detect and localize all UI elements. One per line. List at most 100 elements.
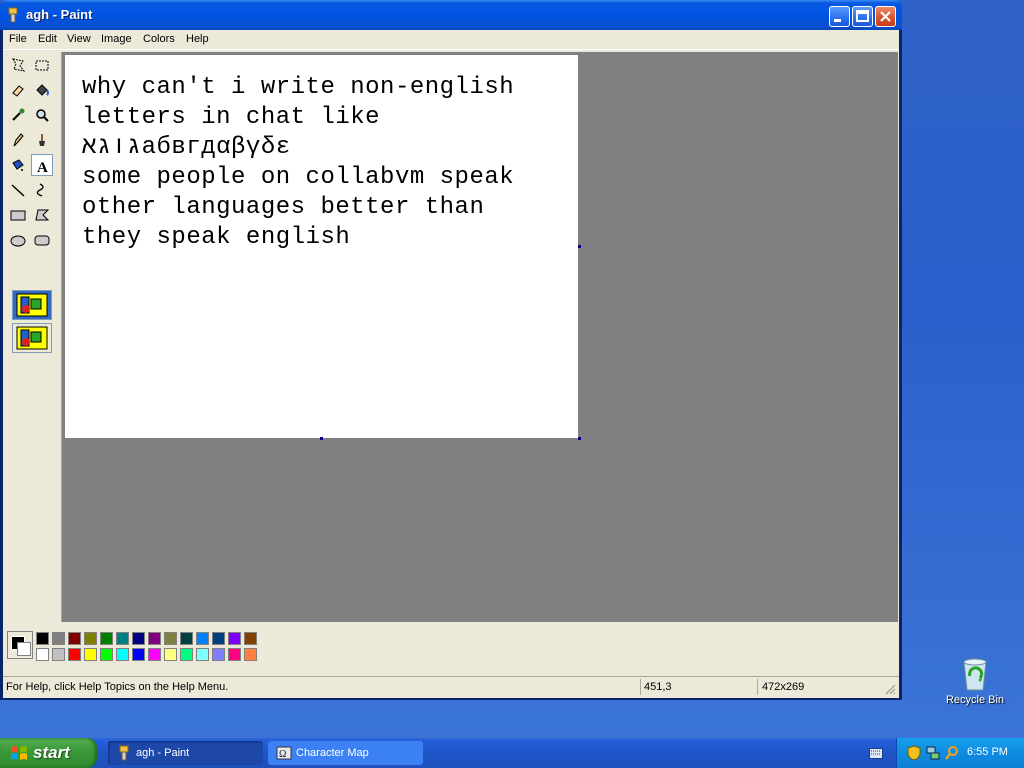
color-swatch[interactable] bbox=[36, 632, 49, 645]
tool-polygon[interactable] bbox=[31, 204, 53, 226]
tool-select[interactable] bbox=[31, 54, 53, 76]
taskbar: start agh - Paint Ω Character Map 6:55 P… bbox=[0, 738, 1024, 768]
tool-text[interactable]: A bbox=[31, 154, 53, 176]
color-swatch[interactable] bbox=[68, 648, 81, 661]
color-swatch[interactable] bbox=[52, 632, 65, 645]
close-button[interactable] bbox=[875, 6, 896, 27]
menu-help[interactable]: Help bbox=[186, 33, 209, 45]
recycle-bin-shortcut[interactable]: Recycle Bin bbox=[940, 656, 1010, 716]
color-swatch[interactable] bbox=[212, 632, 225, 645]
color-swatch[interactable] bbox=[68, 632, 81, 645]
color-swatch[interactable] bbox=[228, 632, 241, 645]
close-icon bbox=[880, 11, 891, 22]
color-swatch[interactable] bbox=[36, 648, 49, 661]
eraser-icon bbox=[12, 85, 24, 97]
color-swatch[interactable] bbox=[148, 648, 161, 661]
ellipse-icon bbox=[10, 235, 26, 247]
color-swatch[interactable] bbox=[180, 632, 193, 645]
color-swatch[interactable] bbox=[196, 648, 209, 661]
text-opaque-option[interactable] bbox=[12, 290, 52, 320]
taskbar-button-paint[interactable]: agh - Paint bbox=[108, 741, 263, 765]
color-swatch[interactable] bbox=[84, 632, 97, 645]
color-swatch[interactable] bbox=[180, 648, 193, 661]
system-tray: 6:55 PM bbox=[896, 738, 1024, 768]
transparent-background-icon bbox=[16, 326, 48, 350]
character-map-icon: Ω bbox=[276, 746, 292, 760]
color-swatch[interactable] bbox=[148, 632, 161, 645]
color-swatch[interactable] bbox=[164, 632, 177, 645]
recycle-bin-label: Recycle Bin bbox=[945, 694, 1005, 706]
color-swatches bbox=[36, 632, 266, 662]
svg-text:Ω: Ω bbox=[279, 749, 286, 760]
color-swatch[interactable] bbox=[164, 648, 177, 661]
tool-brush[interactable] bbox=[31, 129, 53, 151]
tool-fill[interactable] bbox=[31, 79, 53, 101]
taskbar-button-character-map[interactable]: Ω Character Map bbox=[268, 741, 423, 765]
color-swatch[interactable] bbox=[52, 648, 65, 661]
current-colors bbox=[7, 631, 33, 659]
fill-bucket-icon bbox=[36, 84, 49, 96]
menu-image[interactable]: Image bbox=[101, 33, 132, 45]
color-palette bbox=[3, 624, 899, 670]
menu-colors[interactable]: Colors bbox=[143, 33, 175, 45]
color-swatch[interactable] bbox=[228, 648, 241, 661]
search-icon[interactable] bbox=[944, 745, 960, 761]
security-shield-icon[interactable] bbox=[907, 745, 921, 761]
paint-app-icon bbox=[8, 7, 18, 23]
resize-handle-corner[interactable] bbox=[578, 437, 581, 440]
color-swatch[interactable] bbox=[84, 648, 97, 661]
toolbox: A bbox=[3, 52, 62, 622]
tool-magnifier[interactable] bbox=[31, 104, 53, 126]
tool-airbrush[interactable] bbox=[7, 154, 29, 176]
menu-file[interactable]: File bbox=[9, 33, 27, 45]
color-swatch[interactable] bbox=[100, 632, 113, 645]
resize-grip-icon[interactable] bbox=[884, 683, 896, 695]
airbrush-icon bbox=[12, 159, 24, 171]
tool-line[interactable] bbox=[7, 179, 29, 201]
color-swatch[interactable] bbox=[116, 648, 129, 661]
magnifier-icon bbox=[36, 109, 49, 122]
taskbar-label-character-map: Character Map bbox=[296, 747, 369, 759]
canvas-scroll-area: why can't i write non-english letters in… bbox=[62, 52, 898, 622]
opaque-background-icon bbox=[16, 293, 48, 317]
free-form-select-icon bbox=[11, 58, 26, 72]
rectangle-icon bbox=[10, 210, 26, 221]
color-swatch[interactable] bbox=[132, 632, 145, 645]
window-title: agh - Paint bbox=[26, 7, 93, 22]
menu-view[interactable]: View bbox=[67, 33, 91, 45]
resize-handle-bottom[interactable] bbox=[320, 437, 323, 440]
tool-eraser[interactable] bbox=[7, 79, 29, 101]
color-swatch[interactable] bbox=[196, 632, 209, 645]
status-cursor-position: 451,3 bbox=[644, 681, 672, 693]
text-transparent-option[interactable] bbox=[12, 323, 52, 353]
minimize-icon bbox=[834, 19, 841, 22]
select-icon bbox=[35, 60, 49, 71]
tool-rectangle[interactable] bbox=[7, 204, 29, 226]
tool-rounded-rectangle[interactable] bbox=[31, 229, 53, 251]
keyboard-language-icon[interactable] bbox=[869, 748, 883, 760]
maximize-button[interactable] bbox=[852, 6, 873, 27]
start-button[interactable]: start bbox=[0, 738, 97, 768]
taskbar-label-paint: agh - Paint bbox=[136, 747, 190, 759]
menu-edit[interactable]: Edit bbox=[38, 33, 57, 45]
status-bar: For Help, click Help Topics on the Help … bbox=[3, 676, 899, 698]
minimize-button[interactable] bbox=[829, 6, 850, 27]
color-swatch[interactable] bbox=[100, 648, 113, 661]
resize-handle-right[interactable] bbox=[578, 245, 581, 248]
color-swatch[interactable] bbox=[212, 648, 225, 661]
color-swatch[interactable] bbox=[116, 632, 129, 645]
menu-bar: File Edit View Image Colors Help bbox=[3, 30, 899, 50]
tool-pencil[interactable] bbox=[7, 129, 29, 151]
polygon-icon bbox=[35, 209, 50, 221]
color-swatch[interactable] bbox=[244, 648, 257, 661]
tool-ellipse[interactable] bbox=[7, 229, 29, 251]
color-swatch[interactable] bbox=[244, 632, 257, 645]
title-bar[interactable]: agh - Paint bbox=[0, 0, 902, 30]
tool-curve[interactable] bbox=[31, 179, 53, 201]
drawing-canvas[interactable]: why can't i write non-english letters in… bbox=[65, 55, 578, 438]
paint-window: agh - Paint File Edit View Image Colors … bbox=[0, 0, 902, 700]
tool-pick-color[interactable] bbox=[7, 104, 29, 126]
color-swatch[interactable] bbox=[132, 648, 145, 661]
network-icon[interactable] bbox=[925, 745, 941, 761]
tool-free-form-select[interactable] bbox=[7, 54, 29, 76]
